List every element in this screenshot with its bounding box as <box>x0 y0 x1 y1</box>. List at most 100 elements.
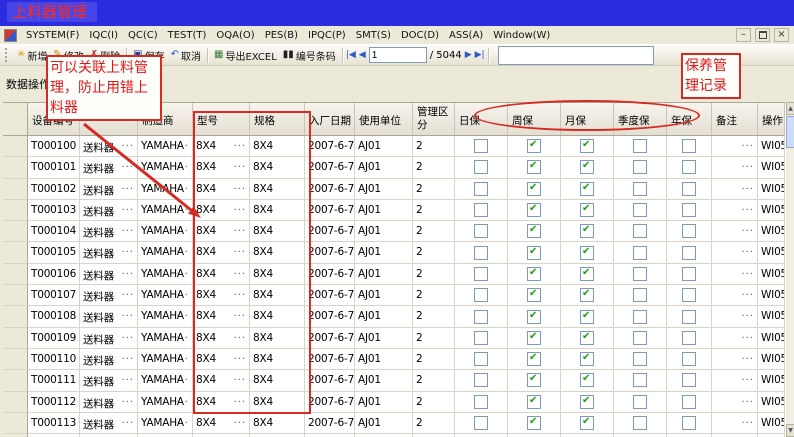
cell-date[interactable]: 2007-6-7 <box>305 306 355 327</box>
cell-remark[interactable]: ... <box>712 221 758 242</box>
daily-checkbox[interactable] <box>474 203 488 217</box>
cell-model[interactable]: ...8X4 <box>193 264 250 285</box>
ellipsis-button[interactable]: ... <box>233 138 246 149</box>
cell-unit[interactable]: AJ01 <box>355 179 413 200</box>
col-quarterly-maint-header[interactable]: 季度保 <box>614 103 667 135</box>
cell-unit[interactable]: AJ01 <box>355 242 413 263</box>
ellipsis-button[interactable]: ... <box>741 287 754 298</box>
monthly-checkbox[interactable] <box>580 246 594 260</box>
cell-remark[interactable]: ... <box>712 179 758 200</box>
cell-maker[interactable]: ...YAMAHA <box>138 349 193 370</box>
cell-unit[interactable]: AJ01 <box>355 157 413 178</box>
cell-name[interactable]: ...送料器 <box>80 392 138 413</box>
cell-unit[interactable]: AJ01 <box>355 370 413 391</box>
cell-id[interactable]: T000109 <box>28 328 80 349</box>
cell-date[interactable]: 2007-6-7 <box>305 200 355 221</box>
cell-spec[interactable]: 8X4 <box>250 349 305 370</box>
cell-unit[interactable]: AJ01 <box>355 392 413 413</box>
weekly-checkbox[interactable] <box>527 373 541 387</box>
yearly-checkbox[interactable] <box>682 224 696 238</box>
yearly-checkbox[interactable] <box>682 395 696 409</box>
cell-id[interactable]: T000105 <box>28 242 80 263</box>
ellipsis-button[interactable]: ... <box>233 266 246 277</box>
monthly-checkbox[interactable] <box>580 416 594 430</box>
menu-item-pes[interactable]: PES(B) <box>260 29 303 42</box>
menu-item-window[interactable]: Window(W) <box>488 29 555 42</box>
daily-checkbox[interactable] <box>474 139 488 153</box>
cell-unit[interactable]: AJ01 <box>355 136 413 157</box>
ellipsis-button[interactable]: ... <box>121 415 134 426</box>
ellipsis-button[interactable]: ... <box>741 394 754 405</box>
ellipsis-button[interactable]: ... <box>233 308 246 319</box>
prev-record-icon[interactable]: ◀ <box>359 50 366 60</box>
cell-date[interactable]: 2007-6-7 <box>305 157 355 178</box>
cell-model[interactable]: ...8X4 <box>193 179 250 200</box>
cell-date[interactable]: 2007-6-7 <box>305 242 355 263</box>
ellipsis-button[interactable]: ... <box>233 202 246 213</box>
col-using-unit-header[interactable]: 使用单位 <box>355 103 413 135</box>
monthly-checkbox[interactable] <box>580 267 594 281</box>
cell-cat[interactable]: 2 <box>413 349 455 370</box>
cell-remark[interactable]: ... <box>712 392 758 413</box>
cell-cat[interactable]: 2 <box>413 200 455 221</box>
ellipsis-button[interactable]: ... <box>121 351 134 362</box>
cell-name[interactable]: ...送料器 <box>80 264 138 285</box>
ellipsis-button[interactable]: ... <box>121 223 134 234</box>
cell-unit[interactable]: AJ01 <box>355 328 413 349</box>
cell-spec[interactable]: 8X4 <box>250 392 305 413</box>
cell-op[interactable]: WI05 <box>758 285 785 306</box>
ellipsis-button[interactable]: ... <box>741 138 754 149</box>
cell-date[interactable]: 2007-6-7 <box>305 349 355 370</box>
cell-id[interactable]: T000103 <box>28 200 80 221</box>
record-number-input[interactable] <box>369 47 427 63</box>
weekly-checkbox[interactable] <box>527 160 541 174</box>
quarterly-checkbox[interactable] <box>633 160 647 174</box>
quarterly-checkbox[interactable] <box>633 416 647 430</box>
ellipsis-button[interactable]: ... <box>121 138 134 149</box>
cell-name[interactable]: ...送料器 <box>80 285 138 306</box>
col-yearly-maint-header[interactable]: 年保 <box>667 103 712 135</box>
ellipsis-button[interactable]: ... <box>121 394 134 405</box>
cell-remark[interactable]: ... <box>712 285 758 306</box>
daily-checkbox[interactable] <box>474 288 488 302</box>
cell-remark[interactable]: ... <box>712 242 758 263</box>
ellipsis-button[interactable]: ... <box>741 181 754 192</box>
cell-model[interactable]: ...8X4 <box>193 306 250 327</box>
cell-id[interactable]: T000106 <box>28 264 80 285</box>
cell-name[interactable]: ...送料器 <box>80 157 138 178</box>
cell-remark[interactable]: ... <box>712 328 758 349</box>
cell-maker[interactable]: ...YAMAHA <box>138 264 193 285</box>
daily-checkbox[interactable] <box>474 331 488 345</box>
menu-item-iqc[interactable]: IQC(I) <box>84 29 123 42</box>
cell-date[interactable]: 2007-6-7 <box>305 370 355 391</box>
daily-checkbox[interactable] <box>474 160 488 174</box>
cell-model[interactable]: ...8X4 <box>193 242 250 263</box>
monthly-checkbox[interactable] <box>580 224 594 238</box>
cell-remark[interactable]: ... <box>712 306 758 327</box>
cell-op[interactable]: WI05 <box>758 392 785 413</box>
cell-op[interactable]: WI05 <box>758 179 785 200</box>
cell-id[interactable]: T000102 <box>28 179 80 200</box>
cell-cat[interactable]: 2 <box>413 179 455 200</box>
cell-maker[interactable]: ...YAMAHA <box>138 221 193 242</box>
cell-model[interactable]: ...8X4 <box>193 349 250 370</box>
ellipsis-button[interactable]: ... <box>741 223 754 234</box>
cell-name[interactable]: ...送料器 <box>80 136 138 157</box>
ellipsis-button[interactable]: ... <box>741 202 754 213</box>
cell-unit[interactable]: AJ01 <box>355 200 413 221</box>
cell-id[interactable]: T000104 <box>28 221 80 242</box>
yearly-checkbox[interactable] <box>682 416 696 430</box>
cell-id[interactable]: T000100 <box>28 136 80 157</box>
ellipsis-button[interactable]: ... <box>233 159 246 170</box>
weekly-checkbox[interactable] <box>527 310 541 324</box>
cell-name[interactable]: ...送料器 <box>80 349 138 370</box>
cell-name[interactable]: ...送料器 <box>80 200 138 221</box>
cell-spec[interactable]: 8X4 <box>250 306 305 327</box>
quarterly-checkbox[interactable] <box>633 267 647 281</box>
cell-id[interactable]: T000113 <box>28 413 80 434</box>
cell-date[interactable]: 2007-6-7 <box>305 328 355 349</box>
cell-op[interactable]: WI05 <box>758 370 785 391</box>
cell-cat[interactable]: 2 <box>413 306 455 327</box>
cell-model[interactable]: ...8X4 <box>193 285 250 306</box>
ellipsis-button[interactable]: ... <box>741 244 754 255</box>
